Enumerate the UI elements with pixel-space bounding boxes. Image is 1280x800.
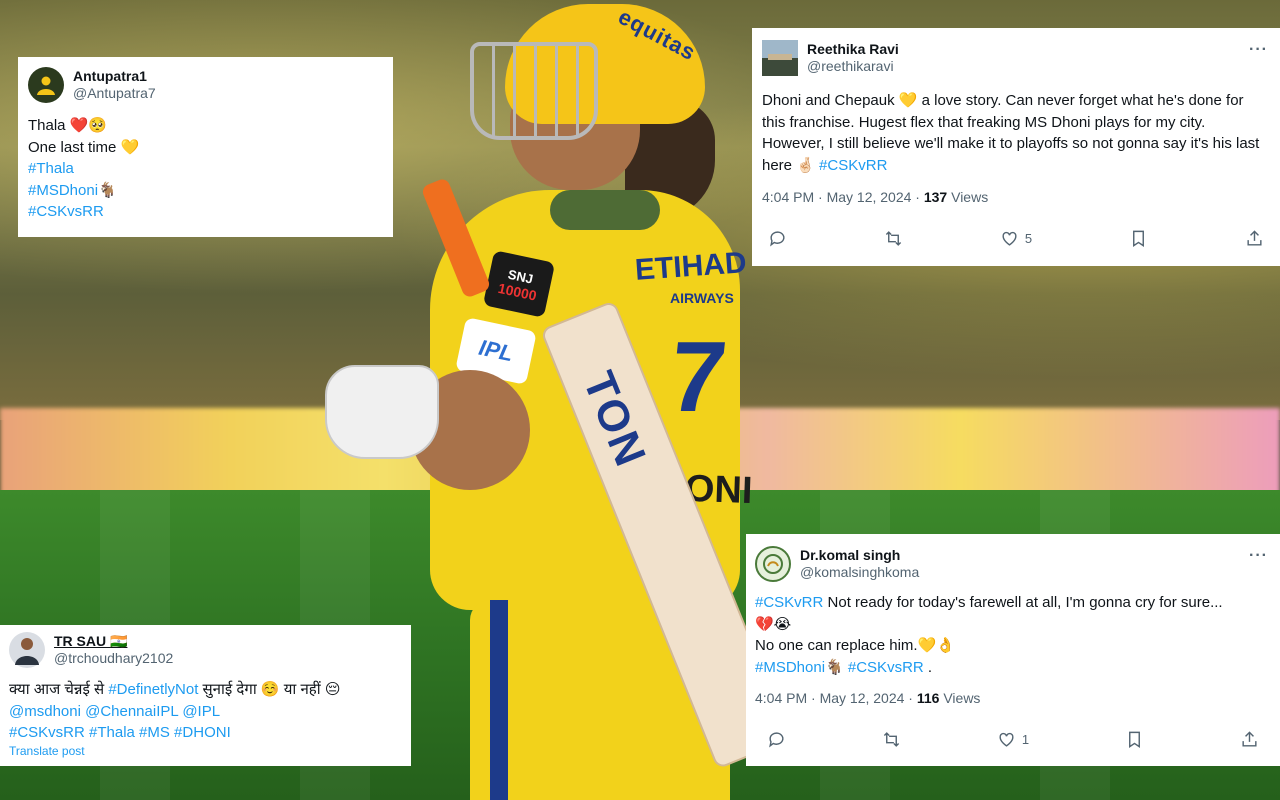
views-count: 116 [916,690,940,706]
author-handle[interactable]: @komalsinghkoma [800,564,919,581]
tweet-actions: 1 [755,730,1270,749]
avatar[interactable] [9,632,45,668]
retweet-button[interactable] [882,730,901,749]
hashtag-link[interactable]: #Thala [28,158,383,180]
tweet-header: Antupatra1 @Antupatra7 [28,67,383,103]
hashtag-link[interactable]: #DefinetlyNot [108,681,198,698]
retweet-icon [883,732,900,747]
avatar-person-icon [37,76,55,95]
tweet-header: Reethika Ravi @reethikaravi ··· [762,40,1270,76]
author-handle[interactable]: @Antupatra7 [73,85,156,102]
retweet-icon [885,231,902,246]
tweet-timestamp[interactable]: 4:04 PM · May 12, 2024 · [762,189,924,205]
tweet-text: Dhoni and Chepauk 💛 a love story. Can ne… [762,92,1260,174]
tweet-card-komal[interactable]: Dr.komal singh @komalsinghkoma ··· #CSKv… [746,534,1280,766]
retweet-button[interactable] [884,229,903,248]
share-icon [1247,230,1262,246]
bookmark-button[interactable] [1129,229,1148,248]
mention-links[interactable]: @msdhoni @ChennaiIPL @IPL [9,701,402,723]
tweet-card-reethika[interactable]: Reethika Ravi @reethikaravi ··· Dhoni an… [752,28,1280,266]
views-count: 137 [923,189,948,205]
like-button[interactable]: 1 [997,730,1029,749]
like-count: 1 [1021,732,1030,747]
heart-icon [999,732,1014,747]
jersey-sponsor-sub: AIRWAYS [670,290,734,306]
tweet-actions: 5 [762,229,1270,248]
tweet-card-antupatra[interactable]: Antupatra1 @Antupatra7 Thala ❤️🥺 One las… [18,57,393,237]
helmet-grill [470,42,598,140]
jersey-collar [550,190,660,230]
translate-post-link[interactable]: Translate post [9,744,402,758]
reply-button[interactable] [768,229,787,248]
hashtag-links[interactable]: #CSKvsRR #Thala #MS #DHONI [9,722,402,744]
tweet-line: Thala ❤️🥺 [28,117,108,134]
more-options-icon[interactable]: ··· [1249,41,1268,59]
avatar-person-icon [15,638,39,665]
batting-glove [325,365,439,459]
hashtag-links[interactable]: #MSDhoni🐐 #CSKvsRR [755,659,924,676]
heart-icon [1002,231,1017,246]
avatar[interactable] [762,40,798,76]
hashtag-link[interactable]: #CSKvRR [755,594,823,611]
tweet-line: One last time 💛 [28,138,140,156]
bookmark-button[interactable] [1125,730,1144,749]
bookmark-icon [1129,731,1141,748]
bookmark-icon [1133,230,1145,247]
share-button[interactable] [1245,229,1264,248]
tweet-text: Thala ❤️🥺 One last time 💛 #Thala #MSDhon… [28,115,383,223]
tweet-text: #CSKvRR Not ready for today's farewell a… [755,594,1223,676]
author-name[interactable]: Reethika Ravi [807,41,899,58]
avatar-landscape-icon [762,40,798,76]
reply-button[interactable] [767,730,786,749]
like-count: 5 [1024,231,1033,246]
tweet-timestamp[interactable]: 4:04 PM · May 12, 2024 · [755,690,917,706]
tweet-header: Dr.komal singh @komalsinghkoma ··· [755,546,1270,582]
tweet-meta: 4:04 PM · May 12, 2024 · 137 Views [762,189,989,205]
author-name[interactable]: Dr.komal singh [800,547,919,564]
hashtag-link[interactable]: #CSKvRR [819,157,887,174]
author-name[interactable]: TR SAU 🇮🇳 [54,633,173,650]
tweet-meta: 4:04 PM · May 12, 2024 · 116 Views [755,690,981,706]
share-button[interactable] [1240,730,1259,749]
tweet-header: TR SAU 🇮🇳 @trchoudhary2102 [9,632,402,668]
reply-icon [769,732,784,748]
pants-stripe [490,600,508,800]
avatar[interactable] [28,67,64,103]
reply-icon [770,231,785,247]
author-name[interactable]: Antupatra1 [73,68,156,85]
hashtag-link[interactable]: #MSDhoni🐐 [28,180,383,202]
author-handle[interactable]: @reethikaravi [807,58,899,75]
share-icon [1242,731,1257,747]
hashtag-link[interactable]: #CSKvsRR [28,201,383,223]
avatar-emblem-icon [763,554,783,574]
more-options-icon[interactable]: ··· [1249,547,1268,565]
author-handle[interactable]: @trchoudhary2102 [54,650,173,667]
avatar[interactable] [755,546,791,582]
like-button[interactable]: 5 [1000,229,1032,248]
tweet-card-trsau[interactable]: TR SAU 🇮🇳 @trchoudhary2102 क्या आज चेन्न… [0,625,411,766]
tweet-text: क्या आज चेन्नई से #DefinetlyNot सुनाई दे… [9,679,402,744]
